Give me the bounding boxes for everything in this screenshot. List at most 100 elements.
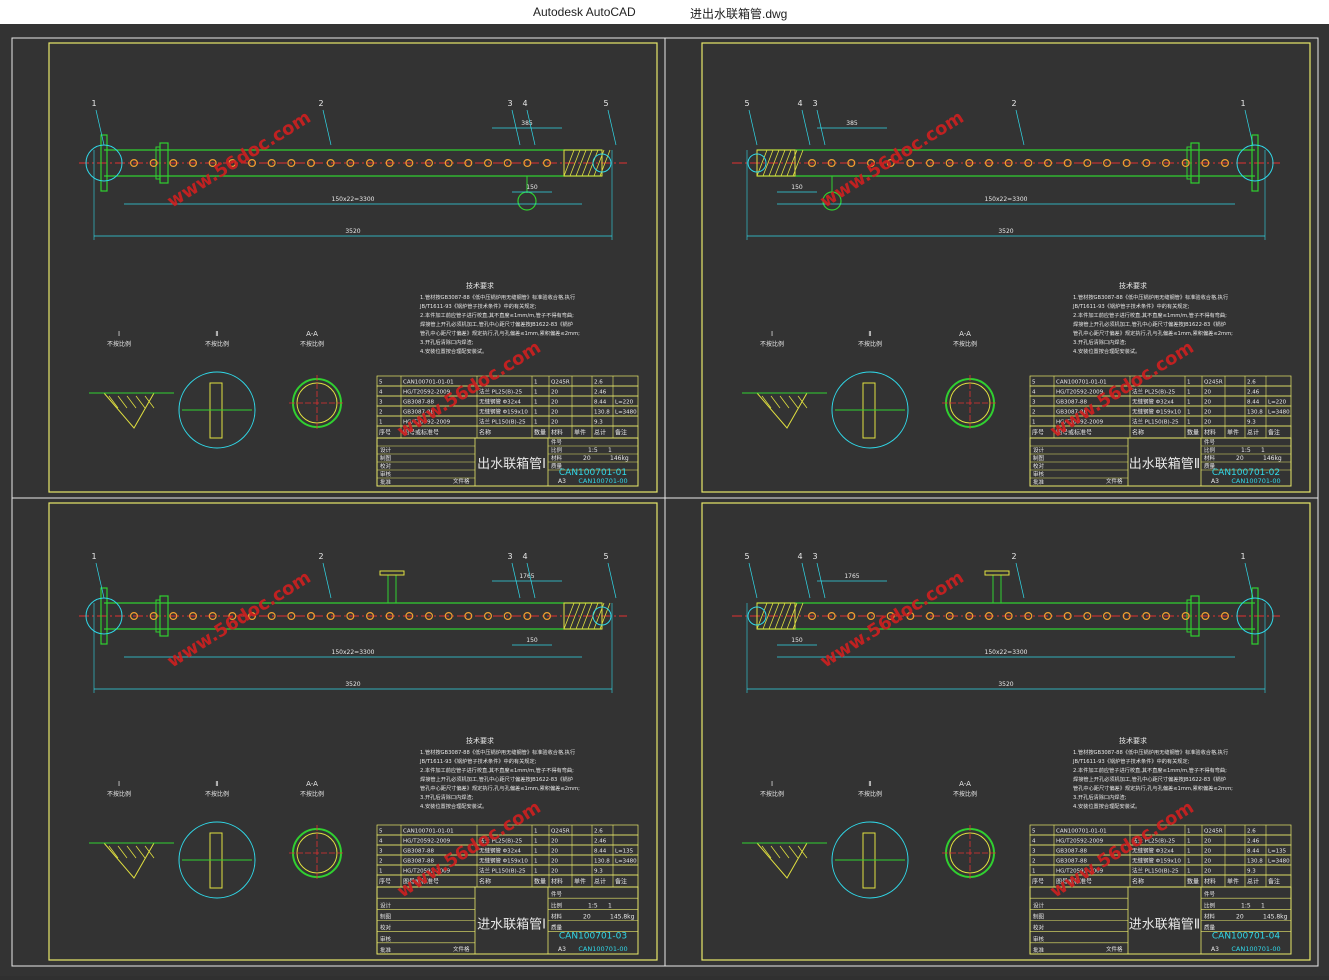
bom-header-cell: 总计 — [1247, 429, 1259, 437]
sheet-border — [664, 37, 1319, 499]
view-label: Ⅱ — [215, 780, 218, 788]
assembly-number: CAN100701-00 — [578, 945, 627, 953]
hatch-line — [126, 395, 137, 409]
bom-header-cell: 总计 — [594, 429, 606, 437]
tech-req-line: 4.安装位置按合理配安装试。 — [1073, 802, 1140, 810]
pipe-hole — [267, 611, 276, 620]
bom-cell: 1 — [379, 869, 383, 875]
bom-cell: L=135 — [1268, 849, 1287, 855]
tech-req-line: 1.管材按GB3087-88《低中压锅炉用无缝钢管》标准验收合格,执行 — [1073, 748, 1228, 756]
leader-line — [748, 562, 758, 599]
tech-req-line: 2.本件加工前应管子进行校直,其不直度≤1mm/m,管子不得有弯曲; — [1073, 766, 1227, 774]
bom-cell: 1 — [534, 839, 538, 845]
bom-header-cell: 单件 — [1227, 878, 1239, 886]
scale-value: 1:5 — [1241, 902, 1251, 909]
bom-cell: 1 — [534, 420, 538, 426]
drawing-canvas[interactable]: 150x22=3300 3520 385 150 1 2 3 4 5 Ⅰ 不按比例 Ⅱ 不按比例 A-A 不… — [0, 24, 1329, 976]
view-note: 不按比例 — [107, 340, 131, 348]
bom-cell: 4 — [379, 839, 383, 845]
bom-header-cell: 备注 — [1268, 429, 1280, 437]
bom-cell: Q245R — [1204, 829, 1223, 835]
bom-cell: 20 — [1204, 420, 1211, 426]
leader-line — [322, 109, 332, 146]
bom-cell: 1 — [1187, 420, 1191, 426]
tech-req-line: 管孔中心距尺寸偏差》规定执行,孔与孔偏差≤1mm,累积偏差≤2mm; — [420, 329, 580, 337]
bom-cell: 5 — [379, 380, 383, 386]
assembly-number: CAN100701-00 — [578, 477, 627, 485]
bom-cell: 20 — [551, 400, 558, 406]
view-label: Ⅱ — [868, 780, 871, 788]
bom-header-cell: 单件 — [1227, 429, 1239, 437]
qty-value: 1 — [608, 447, 612, 454]
bom-cell: 1 — [534, 400, 538, 406]
leader-label: 2 — [318, 552, 323, 561]
bom-header-cell: 数量 — [534, 878, 546, 886]
bom-cell: 1 — [534, 380, 538, 386]
bom-cell: CAN100701-01-01 — [1056, 829, 1107, 835]
leader-label: 4 — [797, 552, 802, 561]
sheet-border — [11, 37, 666, 499]
bom-header-cell: 名称 — [1132, 878, 1144, 886]
bom-cell: 5 — [379, 829, 383, 835]
bom-cell: 20 — [1204, 839, 1211, 845]
hatch-line — [788, 395, 799, 409]
sheet-border — [11, 497, 666, 967]
material-value: 20 — [583, 455, 591, 462]
title-block-label: 件号 — [1204, 890, 1216, 898]
title-block-label: 制图 — [380, 454, 392, 462]
bom-cell: 20 — [551, 849, 558, 855]
bom-cell: CAN100701-01-01 — [1056, 380, 1107, 386]
nozzle-pipe — [992, 574, 1002, 604]
bom-header-cell: 数量 — [1187, 429, 1199, 437]
tech-req-heading: 技术要求 — [1119, 281, 1147, 290]
dimension-label: 150 — [526, 184, 538, 191]
bom-cell: 2.6 — [1247, 380, 1256, 386]
qty-value: 1 — [1261, 447, 1265, 454]
leader-line — [1244, 109, 1254, 146]
bom-cell: 1 — [1187, 859, 1191, 865]
bom-cell: L=135 — [615, 849, 634, 855]
bom-cell: 1 — [534, 849, 538, 855]
paper-size: A3 — [558, 946, 566, 953]
bom-cell: 1 — [534, 410, 538, 416]
tech-req-line: 3.开孔后清除口内焊渣; — [420, 338, 474, 346]
leader-label: 2 — [1011, 99, 1016, 108]
leader-line — [511, 562, 521, 599]
sheet-inner-frame — [701, 42, 1311, 493]
dimension-label: 1765 — [844, 573, 859, 580]
bom-cell: 法兰 PL150(B)-25 — [1132, 867, 1179, 875]
bom-cell: 20 — [1204, 869, 1211, 875]
tech-req-line: JB/T1611-93《锅炉管子技术条件》中的有关规定; — [1072, 757, 1190, 765]
cad-drawing[interactable]: 150x22=330035203851501 2 3 4 5Ⅰ不按比例Ⅱ不按比例A-A不… — [0, 24, 1329, 976]
leader-label: 4 — [522, 552, 527, 561]
leader-label: 3 — [507, 99, 512, 108]
leader-line — [526, 562, 536, 599]
bom-cell: 1 — [379, 420, 383, 426]
tech-req-line: 3.开孔后清除口内焊渣; — [1073, 793, 1127, 801]
nozzle-flange — [379, 570, 405, 576]
bom-header-cell: 名称 — [479, 429, 491, 437]
qty-value: 1 — [608, 902, 612, 909]
bom-cell: L=220 — [1268, 400, 1287, 406]
bom-cell: 3 — [379, 400, 383, 406]
tech-req-heading: 技术要求 — [466, 736, 494, 745]
bom-cell: 2 — [379, 410, 383, 416]
drawing-title: 进水联箱管Ⅰ — [477, 917, 546, 933]
tech-req-line: 3.开孔后清除口内焊渣; — [1073, 338, 1127, 346]
leader-label: 5 — [603, 99, 608, 108]
paper-size: A3 — [558, 478, 566, 485]
bom-header-cell: 序号 — [1032, 878, 1044, 886]
view-label: Ⅰ — [118, 330, 120, 338]
bom-header-cell: 数量 — [534, 429, 546, 437]
tech-req-line: JB/T1611-93《锅炉管子技术条件》中的有关规定; — [419, 302, 537, 310]
view-label: Ⅰ — [771, 330, 773, 338]
bom-header-cell: 备注 — [1268, 878, 1280, 886]
view-label: Ⅰ — [771, 780, 773, 788]
view-note: 不按比例 — [858, 790, 882, 798]
bom-header-cell: 名称 — [1132, 429, 1144, 437]
bom-header-cell: 材料 — [1204, 429, 1216, 437]
hatch-line — [108, 395, 119, 409]
bom-cell: 1 — [1187, 410, 1191, 416]
drawing-number: CAN100701-04 — [1212, 931, 1281, 941]
drawing-number: CAN100701-03 — [559, 931, 627, 941]
